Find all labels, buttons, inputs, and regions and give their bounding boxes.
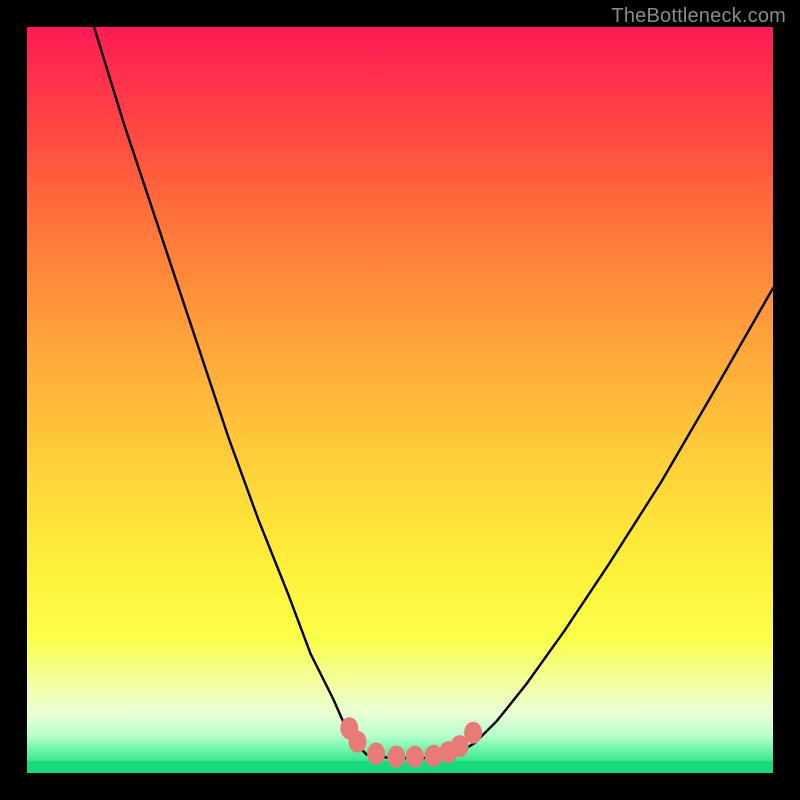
left-curve [94,27,366,754]
watermark-text: TheBottleneck.com [611,5,786,28]
curve-lines [94,27,773,758]
marker-dot [464,722,482,744]
marker-dot [387,746,405,768]
marker-dot [406,746,424,768]
plot-area [27,27,773,773]
bottleneck-curve-svg [27,27,773,773]
marker-dot [367,743,385,765]
marker-dot [425,745,443,767]
highlight-markers [340,717,482,767]
right-curve [460,288,773,752]
chart-frame: TheBottleneck.com [0,0,800,800]
marker-dot [349,731,367,753]
